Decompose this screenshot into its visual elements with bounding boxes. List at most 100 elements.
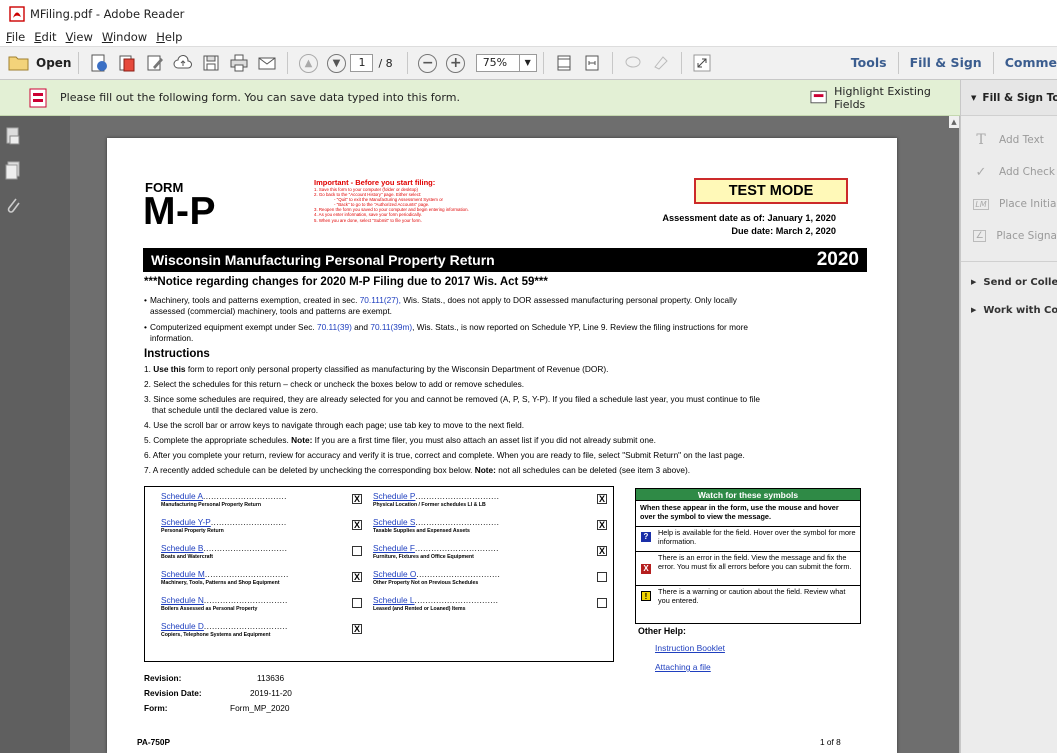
schedule-checkbox[interactable]	[597, 598, 607, 608]
schedule-checkbox[interactable]: X	[352, 572, 362, 582]
schedule-description: Other Property Not on Previous Schedules	[373, 580, 479, 586]
place-signature-button[interactable]: ∠ Place Signa	[961, 220, 1057, 252]
send-collect-section[interactable]: ▶ Send or Colle	[961, 268, 1057, 296]
menu-view[interactable]: View	[66, 30, 93, 44]
menu-window[interactable]: Window	[102, 30, 147, 44]
legend-help-row: ? Help is available for the field. Hover…	[636, 527, 860, 552]
page-thumbnails-icon[interactable]	[3, 126, 23, 146]
due-date: Due date: March 2, 2020	[731, 225, 836, 236]
schedule-link[interactable]: Schedule Y-P	[161, 517, 211, 527]
chevron-down-icon: ▼	[971, 93, 977, 102]
comment-button[interactable]	[620, 50, 646, 76]
email-button[interactable]	[254, 50, 280, 76]
instruction-booklet-link[interactable]: Instruction Booklet	[655, 643, 725, 653]
work-with-section[interactable]: ▶ Work with Co	[961, 296, 1057, 324]
schedule-link[interactable]: Schedule L	[373, 595, 415, 605]
help-symbol-icon[interactable]: ?	[641, 532, 651, 542]
menu-edit[interactable]: Edit	[34, 30, 56, 44]
place-initials-button[interactable]: LM Place Initia	[961, 188, 1057, 220]
statute-link[interactable]: 70.11(39)	[317, 322, 352, 332]
highlight-fields-button[interactable]: Highlight Existing Fields	[810, 85, 960, 111]
previous-page-button[interactable]: ▲	[295, 50, 321, 76]
highlighter-icon	[653, 56, 668, 70]
schedule-checkbox[interactable]: X	[597, 494, 607, 504]
toolbar-separator	[406, 52, 408, 74]
schedule-checkbox[interactable]: X	[352, 624, 362, 634]
leader-dots: ............................	[210, 517, 287, 527]
schedule-checkbox[interactable]: X	[597, 520, 607, 530]
schedule-checkbox[interactable]	[352, 546, 362, 556]
schedule-entry: Schedule B..............................…	[161, 543, 287, 560]
schedule-link[interactable]: Schedule D	[161, 621, 204, 631]
instruction-bold: Use this	[153, 364, 186, 374]
bullet-text: information.	[150, 332, 194, 343]
upload-button[interactable]	[170, 50, 196, 76]
highlight-button[interactable]	[648, 50, 674, 76]
symbols-legend: Watch for these symbols When these appea…	[635, 488, 861, 624]
menu-file[interactable]: File	[6, 30, 25, 44]
folder-icon	[8, 56, 29, 71]
signature-icon: ∠	[973, 230, 987, 242]
chevron-up-icon: ▲	[951, 118, 957, 126]
error-symbol-icon[interactable]: X	[641, 564, 651, 574]
next-page-button[interactable]: ▼	[323, 50, 349, 76]
fill-sign-header[interactable]: ▼ Fill & Sign To	[961, 80, 1057, 116]
comment-icon	[625, 56, 641, 68]
fit-page-button[interactable]	[551, 50, 577, 76]
schedule-link[interactable]: Schedule B	[161, 543, 203, 553]
chevron-right-icon: ▶	[971, 278, 977, 286]
schedule-link[interactable]: Schedule P	[373, 491, 415, 501]
schedule-link[interactable]: Schedule N	[161, 595, 204, 605]
page-number-input[interactable]: 1	[350, 54, 374, 72]
schedule-description: Personal Property Return	[161, 528, 224, 534]
form-icon	[29, 88, 47, 108]
schedule-checkbox[interactable]: X	[352, 520, 362, 530]
zoom-in-button[interactable]: +	[443, 50, 469, 76]
bookmarks-icon[interactable]	[3, 160, 23, 180]
statute-link[interactable]: 70.111(27),	[360, 295, 401, 305]
tab-comment[interactable]: Comme	[994, 46, 1057, 80]
leader-dots: ...............................	[414, 595, 499, 605]
zoom-dropdown-button[interactable]: ▼	[519, 54, 537, 72]
schedule-description: Machinery, Tools, Patterns and Shop Equi…	[161, 580, 280, 586]
chevron-right-icon: ▶	[971, 306, 977, 314]
instruction-item: 2. Select the schedules for this return …	[144, 379, 525, 389]
fill-sign-header-label: Fill & Sign To	[982, 91, 1057, 104]
add-check-button[interactable]: ✓ Add Check	[961, 156, 1057, 188]
schedule-checkbox[interactable]	[352, 598, 362, 608]
zoom-input[interactable]: 75%	[475, 54, 520, 72]
add-text-button[interactable]: T Add Text	[961, 124, 1057, 156]
attachment-icon[interactable]	[3, 194, 23, 214]
zoom-out-button[interactable]: −	[415, 50, 441, 76]
schedule-entry: Schedule A..............................…	[161, 491, 287, 508]
warning-symbol-icon[interactable]: !	[641, 591, 651, 601]
instruction-text: 5. Complete the appropriate schedules.	[144, 435, 292, 445]
schedule-link[interactable]: Schedule A	[161, 491, 203, 501]
schedule-link[interactable]: Schedule S	[373, 517, 415, 527]
edit-pdf-button[interactable]	[142, 50, 168, 76]
scroll-up-button[interactable]: ▲	[949, 116, 959, 128]
bullet-text: assessed (commercial) machinery, tools a…	[150, 305, 392, 316]
schedule-link[interactable]: Schedule F	[373, 543, 415, 553]
open-button[interactable]: Open	[8, 50, 71, 76]
schedule-checkbox[interactable]	[597, 572, 607, 582]
tab-tools[interactable]: Tools	[840, 46, 898, 80]
bullet-dot: •	[144, 322, 147, 332]
attaching-file-link[interactable]: Attaching a file	[655, 662, 711, 672]
statute-link[interactable]: 70.11(39m)	[370, 322, 412, 332]
fit-width-button[interactable]	[579, 50, 605, 76]
print-button[interactable]	[226, 50, 252, 76]
tab-fill-sign[interactable]: Fill & Sign	[899, 46, 993, 80]
expand-button[interactable]	[689, 50, 715, 76]
create-pdf-button[interactable]	[86, 50, 112, 76]
combine-button[interactable]	[114, 50, 140, 76]
schedule-link[interactable]: Schedule M	[161, 569, 205, 579]
schedule-checkbox[interactable]: X	[352, 494, 362, 504]
save-button[interactable]	[198, 50, 224, 76]
schedule-link[interactable]: Schedule O	[373, 569, 416, 579]
instructions-heading: Instructions	[144, 348, 210, 360]
text-icon: T	[976, 132, 986, 148]
menu-help[interactable]: Help	[156, 30, 182, 44]
leader-dots: ...............................	[204, 569, 289, 579]
schedule-checkbox[interactable]: X	[597, 546, 607, 556]
